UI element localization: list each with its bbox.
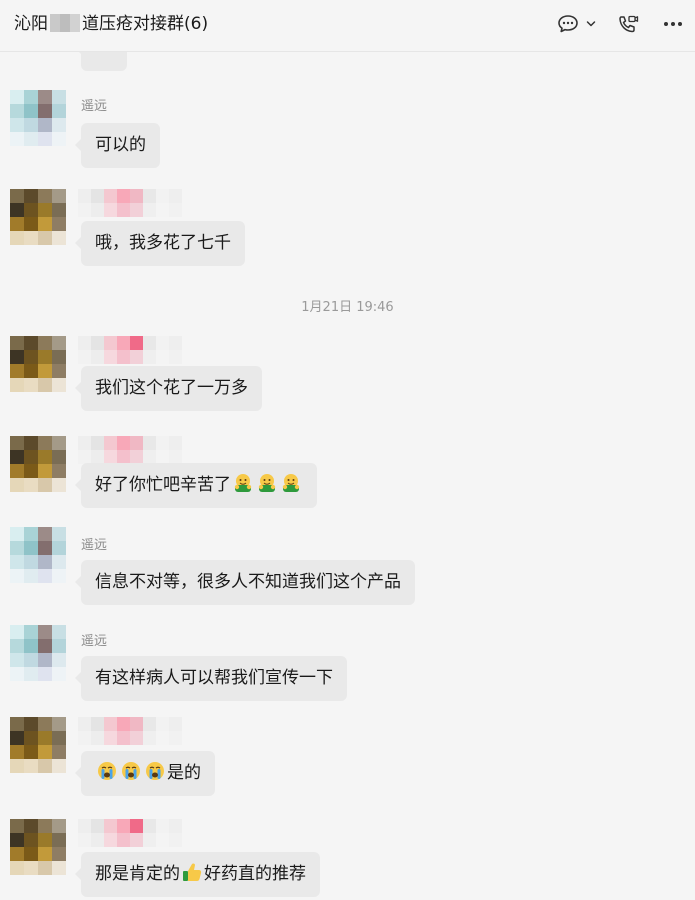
chevron-down-icon[interactable] [585, 13, 597, 35]
message-bubble[interactable]: 有这样病人可以帮我们宣传一下 [75, 656, 347, 701]
message-text: 哦，我多花了七千 [95, 233, 231, 253]
message-bubble[interactable]: 信息不对等，很多人不知道我们这个产品 [75, 560, 415, 605]
message-bubble[interactable]: 可以的 [75, 123, 160, 168]
message-bubble[interactable]: 那是肯定的 好药直的推荐 [75, 852, 320, 897]
message-bubble[interactable] [75, 52, 127, 71]
chat-message-list[interactable]: 遥远 可以的 哦，我多花了七千 1月21日 19:46 我们这个花了一万多 好了… [0, 52, 695, 900]
redacted-title-block [50, 14, 80, 32]
hug-emoji [282, 474, 300, 492]
message-bubble[interactable]: 我们这个花了一万多 [75, 366, 262, 411]
redacted-sender-name-row2 [78, 833, 195, 847]
message-text: 好了你忙吧辛苦了 [95, 475, 231, 495]
redacted-sender-name-row2 [78, 731, 195, 745]
chat-header: 沁阳 道压疮对接群(6) [0, 0, 695, 52]
avatar[interactable] [10, 717, 66, 773]
redacted-sender-name-row2 [78, 450, 195, 464]
hug-emoji [258, 474, 276, 492]
message-text: 我们这个花了一万多 [95, 378, 248, 398]
redacted-sender-name [78, 336, 182, 350]
more-icon[interactable] [662, 13, 684, 35]
message-text: 有这样病人可以帮我们宣传一下 [95, 668, 333, 688]
video-call-icon[interactable] [616, 13, 640, 35]
chat-title-suffix: 道压疮对接群(6) [82, 14, 209, 34]
message-text: 可以的 [95, 135, 146, 155]
avatar[interactable] [10, 436, 66, 492]
redacted-sender-name-row2 [78, 350, 195, 364]
redacted-sender-name [78, 436, 182, 450]
sender-name: 遥远 [81, 538, 108, 553]
message-text: 信息不对等，很多人不知道我们这个产品 [95, 572, 401, 592]
crying-emoji [98, 762, 116, 780]
message-bubble[interactable]: 好了你忙吧辛苦了 [75, 463, 317, 508]
message-text-after: 好药直的推荐 [204, 864, 306, 884]
avatar[interactable] [10, 336, 66, 392]
crying-emoji [146, 762, 164, 780]
avatar[interactable] [10, 189, 66, 245]
message-bubble[interactable]: 哦，我多花了七千 [75, 221, 245, 266]
sender-name: 遥远 [81, 99, 108, 114]
chat-title: 沁阳 道压疮对接群(6) [14, 13, 208, 35]
chat-bubble-icon[interactable] [556, 13, 580, 35]
redacted-sender-name [78, 819, 182, 833]
redacted-sender-name-row2 [78, 203, 195, 217]
redacted-sender-name [78, 717, 182, 731]
sender-name: 遥远 [81, 634, 108, 649]
timestamp: 1月21日 19:46 [301, 300, 394, 315]
message-text-before: 那是肯定的 [95, 864, 180, 884]
crying-emoji [122, 762, 140, 780]
avatar[interactable] [10, 90, 66, 146]
avatar[interactable] [10, 625, 66, 681]
avatar[interactable] [10, 819, 66, 875]
message-bubble[interactable]: 是的 [75, 751, 215, 796]
thumbs-up-emoji [183, 863, 202, 881]
chat-title-prefix: 沁阳 [14, 14, 48, 34]
message-text: 是的 [167, 763, 201, 783]
hug-emoji [234, 474, 252, 492]
avatar[interactable] [10, 527, 66, 583]
redacted-sender-name [78, 189, 182, 203]
